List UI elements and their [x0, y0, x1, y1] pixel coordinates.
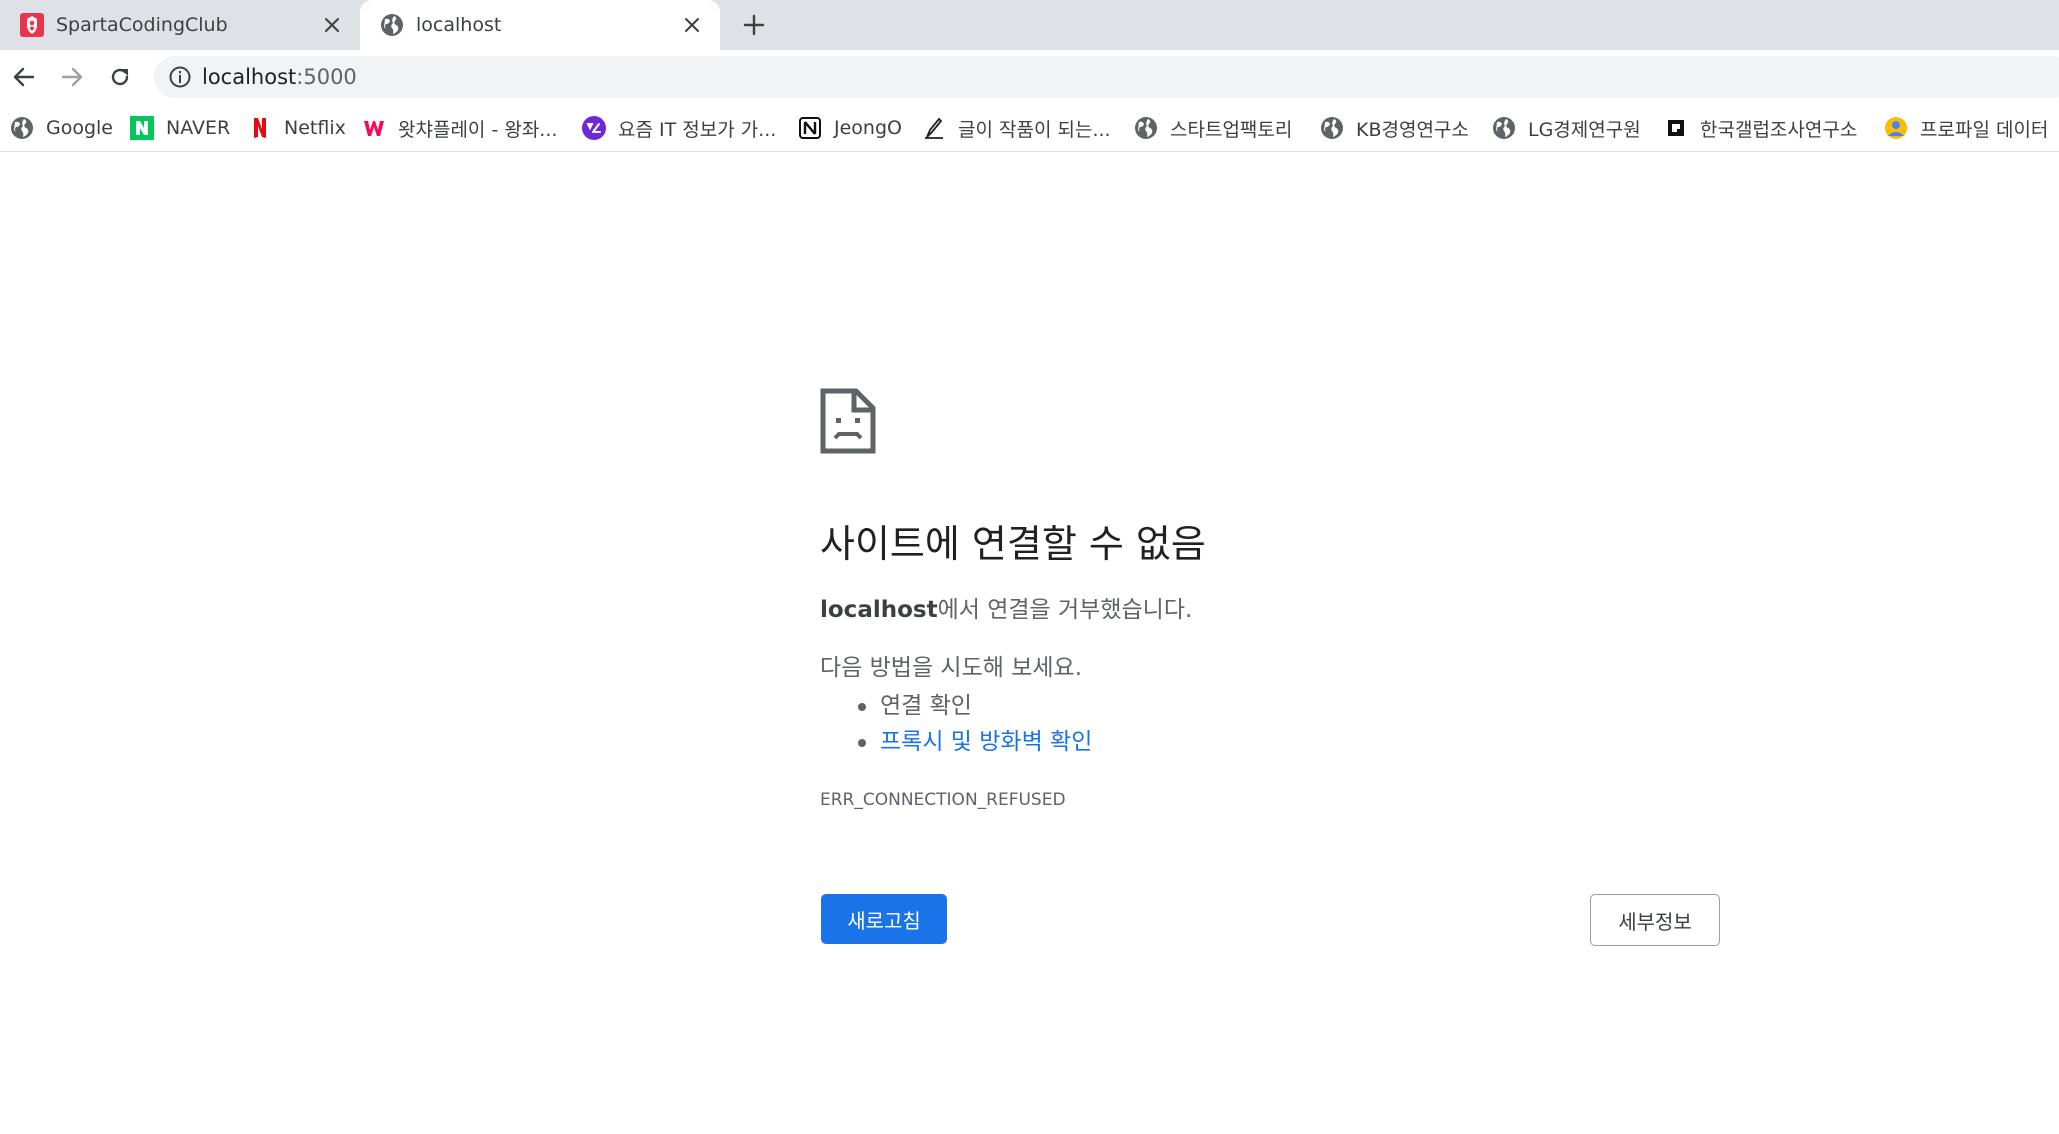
error-code: ERR_CONNECTION_REFUSED [820, 790, 1066, 810]
info-icon[interactable] [168, 65, 192, 89]
bookmarks-bar: Google NAVER Netflix 왓챠플레이 - 왕좌... 요즘 IT… [0, 104, 2059, 152]
tab-strip: SpartaCodingClub localhost [0, 0, 2059, 50]
bookmark-kb-research[interactable]: KB경영연구소 [1320, 113, 1469, 143]
bookmark-label: 요즘 IT 정보가 가... [618, 118, 777, 141]
error-description: localhost에서 연결을 거부했습니다. [820, 594, 1192, 626]
bookmark-label: KB경영연구소 [1356, 118, 1469, 141]
close-tab-button[interactable] [318, 11, 346, 39]
bookmark-netflix[interactable]: Netflix [248, 113, 346, 143]
browser-toolbar: localhost:5000 [0, 50, 2059, 104]
error-title: 사이트에 연결할 수 없음 [820, 522, 1206, 566]
back-button[interactable] [8, 61, 40, 93]
try-heading: 다음 방법을 시도해 보세요. [820, 655, 1083, 681]
profile-data-icon [1885, 117, 1907, 139]
reload-page-button[interactable]: 새로고침 [821, 894, 947, 944]
notion-icon [799, 117, 821, 139]
forward-button[interactable] [56, 61, 88, 93]
tab-localhost[interactable]: localhost [360, 0, 720, 50]
bookmark-label: Google [46, 117, 114, 139]
close-tab-button[interactable] [678, 11, 706, 39]
back-arrow-icon [13, 67, 35, 87]
naver-icon [130, 116, 154, 140]
bookmark-label: 글이 작품이 되는... [958, 118, 1111, 141]
bookmark-label: JeongO [834, 117, 902, 139]
bookmark-label: 스타트업팩토리 [1170, 118, 1293, 141]
bookmark-label: NAVER [166, 117, 231, 139]
bookmark-yozm-it[interactable]: 요즘 IT 정보가 가... [582, 113, 776, 143]
globe-icon [1135, 117, 1157, 139]
address-bar[interactable]: localhost:5000 [154, 56, 2059, 98]
bookmark-gallup[interactable]: 한국갤럽조사연구소 [1664, 113, 1857, 143]
tab-title: localhost [416, 14, 502, 36]
bookmark-watcha[interactable]: 왓챠플레이 - 왕좌... [362, 113, 557, 143]
tab-title: SpartaCodingClub [56, 14, 228, 36]
details-button[interactable]: 세부정보 [1590, 894, 1720, 946]
sad-page-icon [820, 388, 876, 454]
bookmark-startup-factory[interactable]: 스타트업팩토리 [1134, 113, 1292, 143]
url-host: localhost [202, 65, 297, 89]
suggestion-check-proxy-firewall-link[interactable]: 프록시 및 방화벽 확인 [820, 724, 1092, 760]
globe-icon [1321, 117, 1343, 139]
close-icon [685, 18, 699, 32]
refresh-icon [111, 68, 129, 86]
brunch-pen-icon [925, 117, 943, 139]
watcha-icon [364, 121, 384, 136]
bookmark-label: 프로파일 데이터 [1920, 118, 2049, 141]
bookmark-brunch[interactable]: 글이 작품이 되는... [922, 113, 1111, 143]
forward-arrow-icon [61, 67, 83, 87]
bookmark-jeongo[interactable]: JeongO [798, 113, 902, 143]
tab-spartacodingclub[interactable]: SpartaCodingClub [0, 0, 360, 50]
netflix-icon [254, 118, 266, 138]
error-host: localhost [820, 597, 938, 623]
bookmark-google[interactable]: Google [10, 113, 113, 143]
suggestion-check-connection: 연결 확인 [820, 688, 1092, 724]
bookmark-profile-data[interactable]: 프로파일 데이터 [1884, 113, 2048, 143]
url-port: :5000 [296, 65, 357, 89]
bookmark-label: 왓챠플레이 - 왕좌... [398, 118, 558, 141]
gallup-icon [1668, 120, 1684, 136]
suggestion-list: 연결 확인 프록시 및 방화벽 확인 [820, 688, 1092, 760]
globe-icon [381, 14, 403, 36]
url-text[interactable]: localhost:5000 [202, 64, 357, 90]
yozm-icon [582, 116, 606, 140]
bookmark-label: Netflix [284, 117, 346, 139]
reload-button[interactable] [104, 61, 136, 93]
globe-icon [1493, 117, 1515, 139]
close-icon [325, 18, 339, 32]
new-tab-button[interactable] [738, 9, 770, 41]
plus-icon [743, 14, 765, 36]
sparta-logo-icon [20, 13, 44, 37]
bookmark-label: LG경제연구원 [1528, 118, 1641, 141]
bookmark-naver[interactable]: NAVER [130, 113, 230, 143]
bookmark-label: 한국갤럽조사연구소 [1700, 118, 1858, 141]
globe-icon [11, 117, 33, 139]
error-description-text: 에서 연결을 거부했습니다. [937, 597, 1193, 623]
bookmark-lg-research[interactable]: LG경제연구원 [1492, 113, 1641, 143]
